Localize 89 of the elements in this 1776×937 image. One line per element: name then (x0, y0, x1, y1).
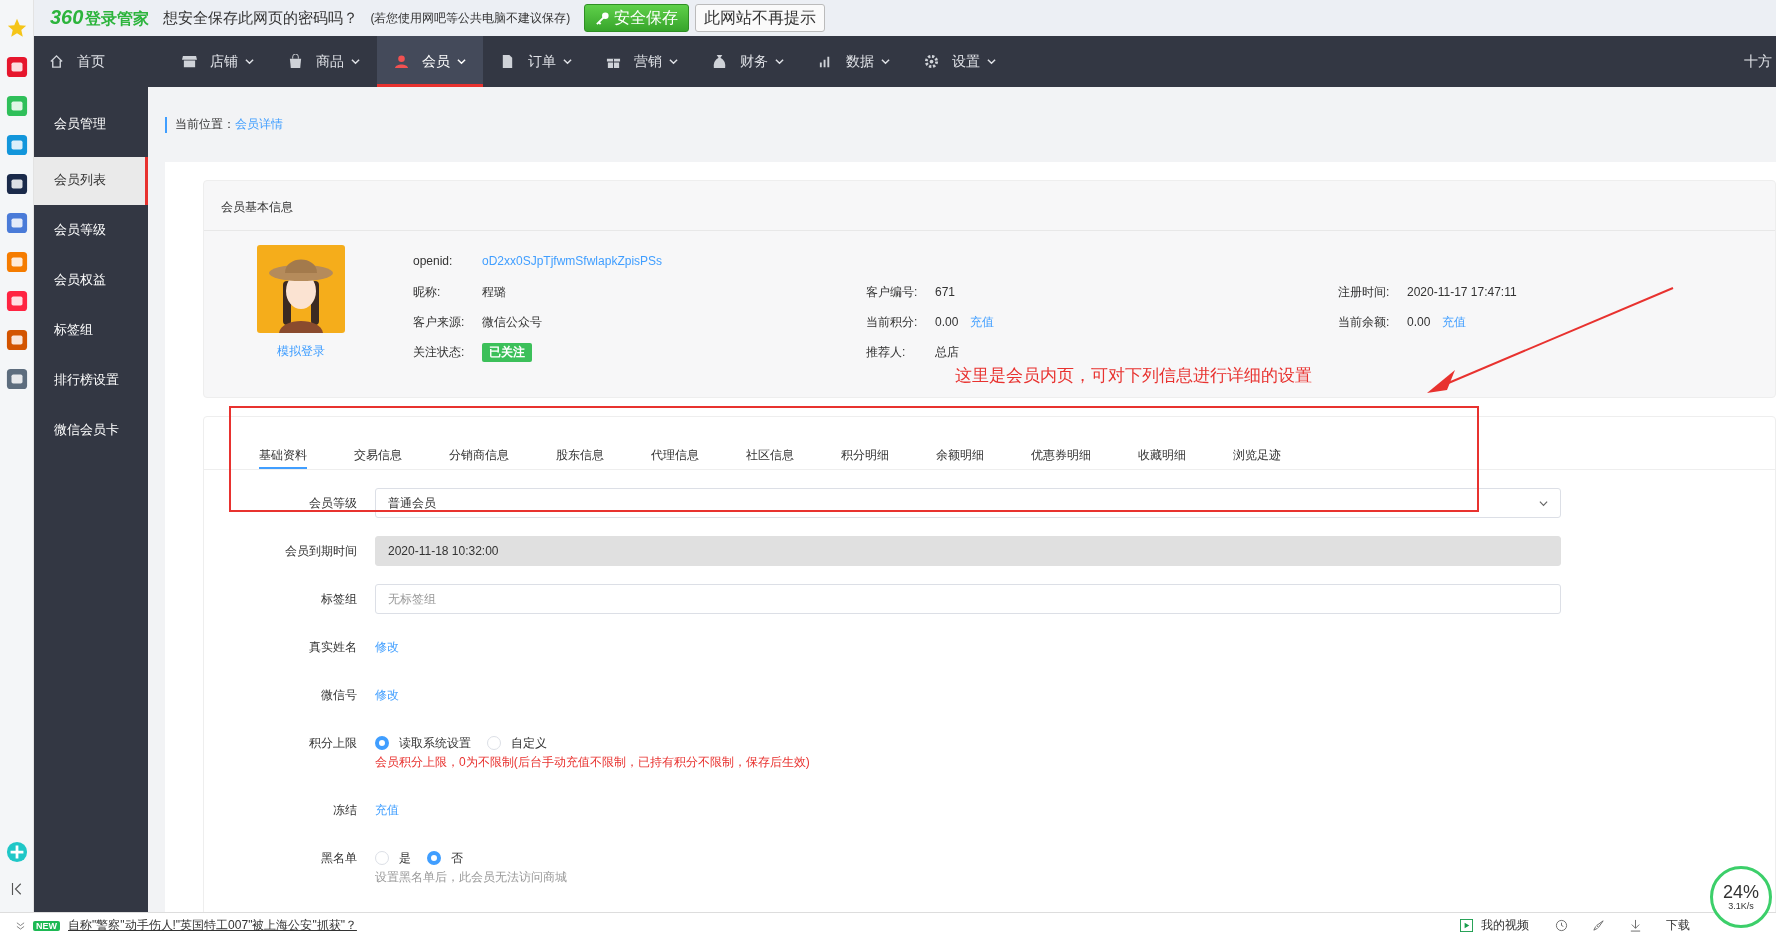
annotation-text: 这里是会员内页，可对下列信息进行详细的设置 (955, 365, 1312, 387)
field-value: 0.00 (935, 315, 959, 329)
tab[interactable]: 优惠券明细 (1031, 427, 1091, 469)
radio-label[interactable]: 读取系统设置 (399, 734, 471, 752)
field-value: 0.00 (1407, 315, 1431, 329)
tab[interactable]: 代理信息 (651, 427, 699, 469)
download-icon[interactable] (1629, 919, 1642, 932)
nav-tab[interactable]: 店铺 (165, 36, 271, 87)
field-label: 客户编号: (866, 283, 919, 301)
card-title: 会员基本信息 (204, 181, 1775, 231)
field-value: 总店 (935, 343, 959, 361)
hint-text: 会员积分上限，0为不限制(后台手动充值不限制，已持有积分不限制，保存后生效) (375, 754, 811, 771)
field-value: 671 (935, 285, 956, 299)
sidebar-item[interactable]: 标签组 (34, 307, 148, 357)
nav-tab[interactable]: 数据 (801, 36, 907, 87)
input-field[interactable]: 无标签组 (375, 584, 1561, 614)
field-label: 客户来源: (413, 313, 466, 331)
dismiss-button[interactable]: 此网站不再提示 (695, 4, 826, 32)
field-value: 程璐 (482, 283, 506, 301)
tab[interactable]: 基础资料 (259, 427, 307, 469)
news-link[interactable]: 自称"警察"动手伤人!"英国特工007"被上海公安"抓获"？ (68, 917, 357, 934)
tab[interactable]: 收藏明细 (1138, 427, 1186, 469)
sidebar-item[interactable]: 微信会员卡 (34, 407, 148, 457)
tab[interactable]: 余额明细 (936, 427, 984, 469)
app-icon[interactable] (5, 173, 28, 195)
radio-label[interactable]: 自定义 (511, 734, 547, 752)
radio-button[interactable] (427, 851, 441, 865)
radio-button[interactable] (375, 736, 389, 750)
sidebar-item[interactable]: 会员权益 (34, 257, 148, 307)
form-label: 会员等级 (308, 495, 358, 512)
key-icon (595, 10, 611, 26)
sidebar-item[interactable]: 会员列表 (34, 157, 148, 205)
home-icon (49, 54, 64, 69)
breadcrumb-label: 当前位置： (175, 116, 235, 133)
expand-icon[interactable] (16, 921, 25, 930)
radio-label[interactable]: 是 (399, 849, 411, 867)
field-label: 推荐人: (866, 343, 907, 361)
form-label: 真实姓名 (308, 639, 358, 656)
form-label: 黑名单 (320, 850, 358, 867)
nav-tab[interactable]: 设置 (907, 36, 1013, 87)
sidebar-item[interactable]: 排行榜设置 (34, 357, 148, 407)
bag-icon (288, 54, 303, 69)
store-icon (182, 54, 197, 69)
save-prompt: 想安全保存此网页的密码吗？ (163, 8, 359, 28)
nav-tab[interactable]: 营销 (589, 36, 695, 87)
my-video-button[interactable]: 我的视频 (1481, 917, 1529, 934)
sidebar-heading: 会员管理 (53, 115, 107, 133)
sidebar-item[interactable]: 会员等级 (34, 207, 148, 257)
document-icon (500, 54, 515, 69)
tab[interactable]: 社区信息 (746, 427, 794, 469)
date-field[interactable]: 2020-11-18 10:32:00 (375, 536, 1561, 566)
field-label: 当前积分: (866, 313, 919, 331)
tab[interactable]: 浏览足迹 (1233, 427, 1281, 469)
hint-text: 设置黑名单后，此会员无法访问商城 (375, 869, 568, 886)
tab[interactable]: 分销商信息 (449, 427, 509, 469)
nav-tab[interactable]: 会员 (377, 36, 483, 87)
download-button[interactable]: 下载 (1666, 917, 1690, 934)
field-label: 注册时间: (1338, 283, 1391, 301)
field-label: 当前余额: (1338, 313, 1391, 331)
form-label: 标签组 (320, 591, 358, 608)
form-label: 冻结 (332, 802, 358, 819)
field-label: openid: (413, 254, 454, 268)
tab[interactable]: 股东信息 (556, 427, 604, 469)
radio-label[interactable]: 否 (451, 849, 463, 867)
nav-tab[interactable]: 订单 (483, 36, 589, 87)
nav-tab[interactable]: 商品 (271, 36, 377, 87)
tab[interactable]: 交易信息 (354, 427, 402, 469)
chevron-down-icon (1539, 498, 1548, 508)
money-bag-icon (712, 54, 727, 69)
nav-tab[interactable]: 财务 (695, 36, 801, 87)
field-value: 2020-11-17 17:47:11 (1407, 285, 1517, 299)
form-label: 会员到期时间 (284, 543, 358, 560)
new-badge: NEW (33, 920, 60, 931)
nav-tab[interactable]: 首页 (34, 36, 165, 87)
save-note: (若您使用网吧等公共电脑不建议保存) (370, 9, 571, 27)
shop-name: 十方 (1744, 52, 1772, 71)
field-label: 昵称: (413, 283, 442, 301)
status-badge: 已关注 (482, 342, 532, 362)
field-value: 微信公众号 (482, 313, 542, 331)
play-icon[interactable] (1460, 919, 1473, 932)
form-label: 积分上限 (308, 735, 358, 752)
user-icon (394, 54, 409, 69)
tab[interactable]: 积分明细 (841, 427, 889, 469)
clover-icon[interactable] (5, 841, 28, 863)
form-label: 微信号 (320, 687, 358, 704)
brand-logo: 360登录管家 (50, 6, 150, 30)
field-label: 关注状态: (413, 343, 466, 361)
select-field[interactable]: 普通会员 (375, 488, 1561, 518)
settings-icon (924, 54, 939, 69)
